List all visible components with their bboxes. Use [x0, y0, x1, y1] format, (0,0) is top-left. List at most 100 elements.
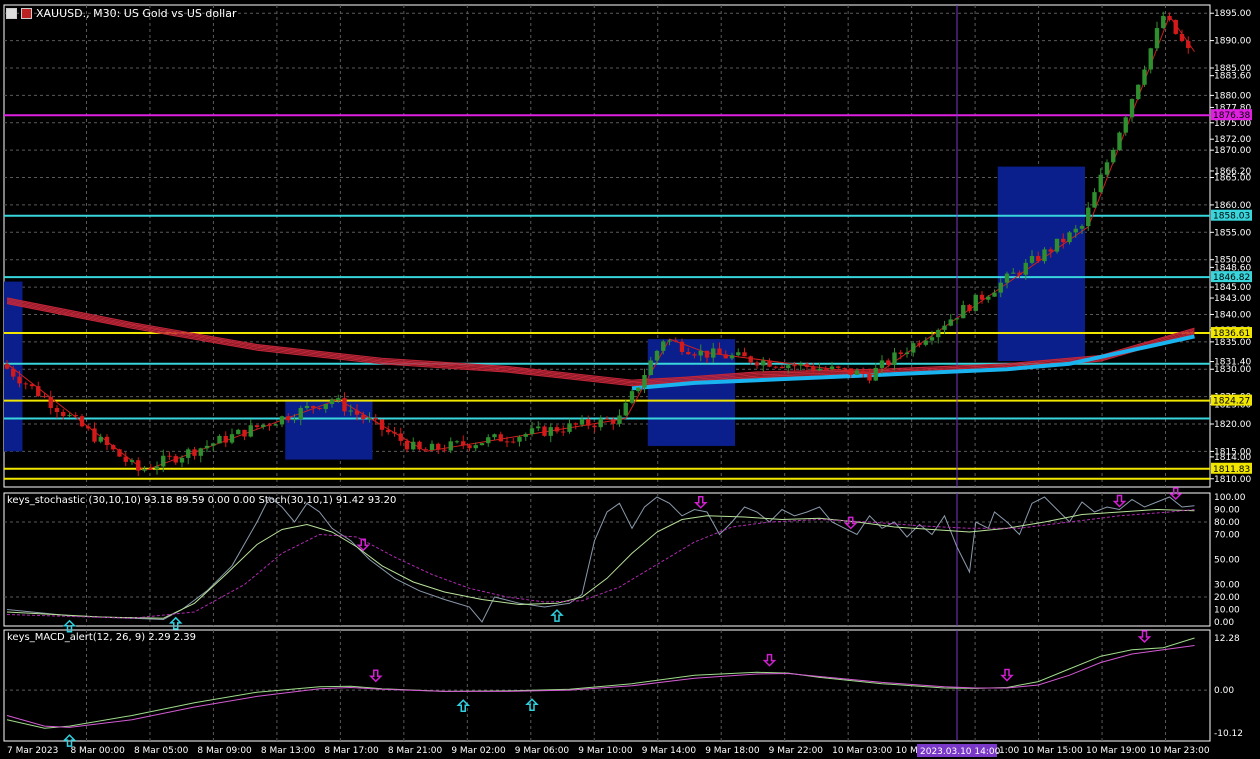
candle-bullish [1142, 69, 1147, 85]
candle-bearish [1017, 272, 1022, 275]
candle-bearish [286, 416, 291, 421]
candle-bearish [148, 468, 153, 470]
candle-bearish [586, 419, 591, 426]
macd-axis-label: 12.28 [1214, 634, 1240, 644]
candle-bullish [129, 460, 135, 462]
candle-bearish [23, 383, 28, 385]
candle-bullish [786, 365, 791, 369]
time-axis-label: 9 Mar 02:00 [451, 746, 506, 756]
supply-demand-zone [285, 399, 373, 460]
time-axis-label: 8 Mar 21:00 [388, 746, 443, 756]
candle-bearish [73, 415, 78, 417]
candle-bullish [536, 426, 541, 429]
candle-bullish [936, 329, 941, 338]
candle-bullish [492, 434, 497, 438]
macd-sell-arrow [762, 653, 777, 667]
candle-bullish [1117, 132, 1122, 150]
level-price-label: 1811.83 [1213, 465, 1250, 475]
candle-bullish [567, 423, 572, 432]
candle-bearish [61, 412, 66, 417]
candle-bearish [86, 426, 91, 429]
candle-bullish [873, 367, 878, 381]
candle-bearish [136, 460, 141, 471]
candle-bullish [454, 441, 460, 443]
stochastic-label: keys_stochastic (30,10,10) 93.18 89.59 0… [7, 495, 396, 506]
stochastic-sell-arrow [843, 516, 858, 530]
macd-main-line [6, 637, 1195, 729]
candle-bearish [48, 397, 53, 409]
candle-bullish [1123, 117, 1128, 133]
candle-bearish [592, 425, 597, 428]
candle-bearish [192, 449, 197, 456]
candle-bearish [42, 396, 47, 398]
macd-axis-label: -10.12 [1214, 729, 1243, 739]
candle-bullish [667, 340, 672, 342]
candle-bullish [486, 437, 491, 444]
candle-bullish [279, 416, 285, 425]
candle-bullish [1023, 262, 1028, 275]
stochastic-sell-arrow [1112, 494, 1127, 508]
price-axis-label: 1865.00 [1214, 174, 1251, 184]
candle-bearish [17, 376, 22, 384]
candle-bullish [998, 282, 1003, 293]
candle-bearish [773, 366, 778, 368]
candle-bullish [954, 318, 960, 320]
candle-bearish [92, 428, 97, 442]
candle-bullish [1148, 48, 1153, 70]
candle-bearish [748, 356, 753, 363]
candle-bullish [579, 419, 585, 425]
macd-buy-arrow [456, 699, 471, 712]
time-axis-label: 8 Mar 05:00 [134, 746, 189, 756]
candle-bearish [417, 441, 422, 450]
candle-bullish [1154, 28, 1160, 49]
candle-bullish [904, 352, 910, 355]
candle-bullish [648, 360, 653, 375]
stochastic-sell-arrow [693, 496, 708, 509]
candle-bullish [142, 468, 147, 471]
stochastic-axis-label: 0.00 [1214, 618, 1234, 628]
candle-bearish [442, 449, 447, 451]
candle-bearish [604, 418, 610, 420]
price-axis-label: 1895.00 [1214, 9, 1251, 19]
candle-bullish [986, 296, 991, 300]
candle-bearish [1048, 249, 1053, 252]
candle-bullish [186, 449, 191, 458]
chart-settings-icon[interactable] [21, 7, 32, 19]
stochastic-buy-arrow [168, 616, 183, 630]
candle-bearish [704, 350, 710, 358]
candle-bullish [273, 424, 278, 426]
candle-bearish [779, 366, 785, 369]
candle-bullish [429, 443, 435, 451]
stochastic-axis-label: 100.00 [1214, 493, 1246, 503]
candle-bearish [242, 429, 247, 437]
price-axis-label: 1830.00 [1214, 365, 1251, 375]
stochastic-axis-label: 80.00 [1214, 518, 1240, 528]
candle-bullish [1004, 273, 1010, 283]
candle-bullish [654, 350, 660, 361]
candle-bearish [692, 354, 697, 356]
time-axis-label: 10 Mar 19:00 [1086, 746, 1146, 756]
candle-bearish [436, 443, 441, 450]
trading-chart[interactable]: 1895.001890.001885.001883.601880.001877.… [0, 0, 1260, 759]
time-axis-label: 9 Mar 10:00 [578, 746, 633, 756]
candle-bearish [342, 398, 347, 412]
time-axis-label: 7 Mar 2023 [7, 746, 58, 756]
candle-bearish [1036, 255, 1041, 262]
candle-bearish [361, 414, 366, 419]
price-axis-label: 1840.00 [1214, 310, 1251, 320]
candle-bearish [679, 341, 685, 352]
candle-bullish [973, 294, 978, 311]
stochastic-axis-label: 90.00 [1214, 506, 1240, 516]
candle-bullish [623, 402, 628, 416]
price-axis-label: 1843.00 [1214, 294, 1251, 304]
candle-bearish [1061, 238, 1066, 243]
candle-bullish [698, 350, 703, 356]
candle-bearish [842, 367, 847, 369]
candle-bullish [911, 343, 916, 353]
candle-bearish [886, 360, 891, 365]
candle-bullish [348, 410, 353, 412]
candle-bullish [1092, 192, 1097, 208]
level-price-label: 1846.82 [1213, 273, 1250, 283]
candle-bullish [598, 418, 603, 428]
macd-axis-label: 0.00 [1214, 686, 1234, 696]
